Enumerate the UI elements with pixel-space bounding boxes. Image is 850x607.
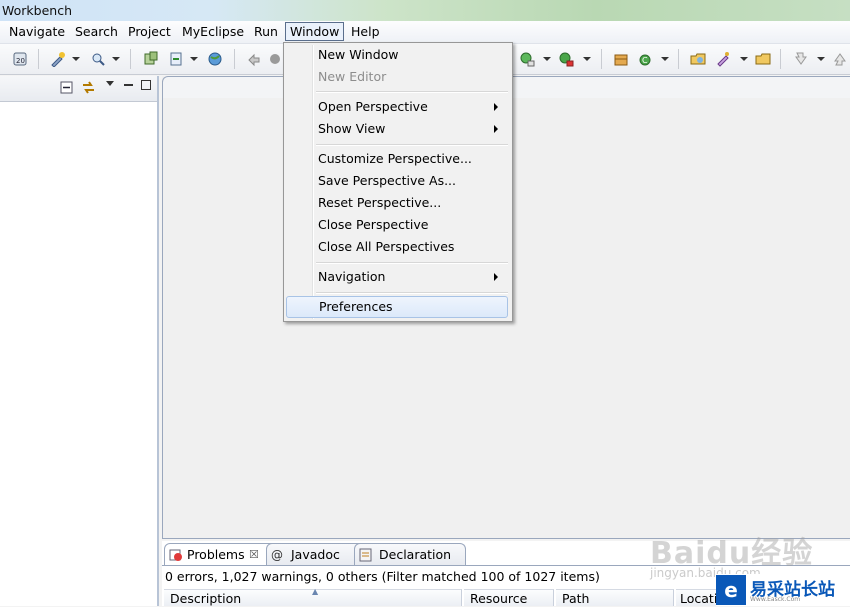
new-wizard-icon[interactable] bbox=[50, 51, 66, 67]
problems-status: 0 errors, 1,027 warnings, 0 others (Filt… bbox=[165, 569, 600, 584]
menu-window[interactable]: Window bbox=[285, 22, 345, 41]
view-toolbar bbox=[0, 76, 157, 102]
title-bar: Workbench bbox=[0, 0, 850, 21]
menu-item-reset-perspective[interactable]: Reset Perspective... bbox=[286, 192, 508, 214]
debug-icon[interactable] bbox=[558, 51, 574, 67]
link-editor-icon[interactable] bbox=[81, 80, 96, 95]
menu-item-show-view-label: Show View bbox=[318, 121, 386, 136]
search-dropdown-icon[interactable] bbox=[112, 57, 120, 61]
toolbar-separator bbox=[234, 49, 235, 69]
column-header-resource[interactable]: Resource bbox=[464, 589, 554, 606]
submenu-arrow-icon bbox=[494, 273, 498, 281]
at-icon: @ bbox=[271, 548, 283, 562]
menu-search[interactable]: Search bbox=[71, 23, 122, 40]
menu-project[interactable]: Project bbox=[124, 23, 175, 40]
menu-item-open-perspective-label: Open Perspective bbox=[318, 99, 428, 114]
sort-ascending-icon: ▲ bbox=[312, 587, 319, 596]
menu-separator bbox=[316, 262, 508, 264]
logo-url: Www.Easck.Com bbox=[750, 596, 801, 603]
submenu-arrow-icon bbox=[494, 103, 498, 111]
menu-bar: Navigate Search Project MyEclipse Run Wi… bbox=[0, 21, 850, 44]
new-wizard-dropdown-icon[interactable] bbox=[72, 57, 80, 61]
submenu-arrow-icon bbox=[494, 125, 498, 133]
task-icon[interactable] bbox=[715, 51, 731, 67]
problems-icon bbox=[169, 549, 182, 561]
menu-item-preferences[interactable]: Preferences bbox=[286, 296, 508, 318]
toolbar-separator bbox=[130, 49, 131, 69]
logo-mark: e bbox=[716, 575, 746, 605]
svg-text:20: 20 bbox=[16, 57, 25, 65]
toolbar-separator bbox=[38, 49, 39, 69]
tab-declaration-label: Declaration bbox=[379, 547, 452, 562]
menu-item-open-perspective[interactable]: Open Perspective bbox=[286, 96, 508, 118]
deploy-icon[interactable] bbox=[168, 51, 184, 67]
open-type-icon[interactable] bbox=[690, 51, 706, 67]
menu-myeclipse[interactable]: MyEclipse bbox=[178, 23, 248, 40]
next-annotation-dropdown-icon[interactable] bbox=[817, 57, 825, 61]
server-icon[interactable] bbox=[143, 51, 159, 67]
menu-item-customize-perspective[interactable]: Customize Perspective... bbox=[286, 148, 508, 170]
declaration-icon bbox=[359, 548, 372, 562]
back-icon[interactable] bbox=[246, 51, 262, 67]
close-tab-icon[interactable]: ☒ bbox=[249, 544, 259, 566]
column-location-label: Locati bbox=[680, 591, 718, 606]
new-class-icon[interactable]: C bbox=[637, 51, 653, 67]
menu-item-navigation[interactable]: Navigation bbox=[286, 266, 508, 288]
menu-item-close-perspective[interactable]: Close Perspective bbox=[286, 214, 508, 236]
menu-item-save-perspective-as[interactable]: Save Perspective As... bbox=[286, 170, 508, 192]
run-icon[interactable] bbox=[519, 51, 535, 67]
search-wizard-icon[interactable] bbox=[90, 51, 106, 67]
toolbar-separator bbox=[678, 49, 679, 69]
menu-help[interactable]: Help bbox=[347, 23, 384, 40]
window-title: Workbench bbox=[2, 3, 72, 18]
next-annotation-icon[interactable] bbox=[793, 51, 809, 67]
menu-separator bbox=[316, 91, 508, 93]
menu-navigate[interactable]: Navigate bbox=[5, 23, 69, 40]
task-dropdown-icon[interactable] bbox=[740, 57, 748, 61]
column-path-label: Path bbox=[562, 591, 590, 606]
menu-item-show-view[interactable]: Show View bbox=[286, 118, 508, 140]
column-header-description[interactable]: Description ▲ bbox=[164, 587, 462, 606]
minimize-icon[interactable] bbox=[124, 84, 133, 86]
globe-icon[interactable] bbox=[207, 51, 223, 67]
run-dropdown-icon[interactable] bbox=[543, 57, 551, 61]
package-icon[interactable] bbox=[613, 51, 629, 67]
build-icon[interactable]: 20 bbox=[12, 51, 28, 67]
menu-item-close-all-perspectives[interactable]: Close All Perspectives bbox=[286, 236, 508, 258]
menu-separator bbox=[316, 292, 508, 294]
toolbar-separator bbox=[601, 49, 602, 69]
deploy-dropdown-icon[interactable] bbox=[190, 57, 198, 61]
menu-run[interactable]: Run bbox=[250, 23, 282, 40]
column-resource-label: Resource bbox=[470, 591, 528, 606]
prev-annotation-icon[interactable] bbox=[832, 51, 848, 67]
debug-dropdown-icon[interactable] bbox=[583, 57, 591, 61]
column-description-label: Description bbox=[170, 591, 242, 606]
menu-item-new-window[interactable]: New Window bbox=[286, 44, 508, 66]
package-explorer-view bbox=[0, 76, 159, 606]
site-logo: e 易采站长站 Www.Easck.Com bbox=[716, 574, 850, 606]
new-class-dropdown-icon[interactable] bbox=[661, 57, 669, 61]
toolbar-separator bbox=[780, 49, 781, 69]
svg-text:C: C bbox=[642, 56, 648, 65]
maximize-icon[interactable] bbox=[141, 80, 151, 90]
open-folder-icon[interactable] bbox=[755, 51, 771, 67]
collapse-all-icon[interactable] bbox=[60, 81, 73, 94]
tab-declaration[interactable]: Declaration bbox=[354, 543, 466, 566]
tab-javadoc-label: Javadoc bbox=[291, 547, 340, 562]
menu-item-new-editor[interactable]: New Editor bbox=[286, 66, 508, 88]
menu-separator bbox=[316, 144, 508, 146]
window-menu-dropdown: New Window New Editor Open Perspective S… bbox=[283, 42, 513, 322]
column-header-path[interactable]: Path bbox=[556, 589, 674, 606]
forward-icon[interactable] bbox=[267, 51, 283, 67]
view-menu-icon[interactable] bbox=[106, 81, 114, 86]
menu-item-navigation-label: Navigation bbox=[318, 269, 386, 284]
tab-problems-label: Problems bbox=[187, 547, 245, 562]
